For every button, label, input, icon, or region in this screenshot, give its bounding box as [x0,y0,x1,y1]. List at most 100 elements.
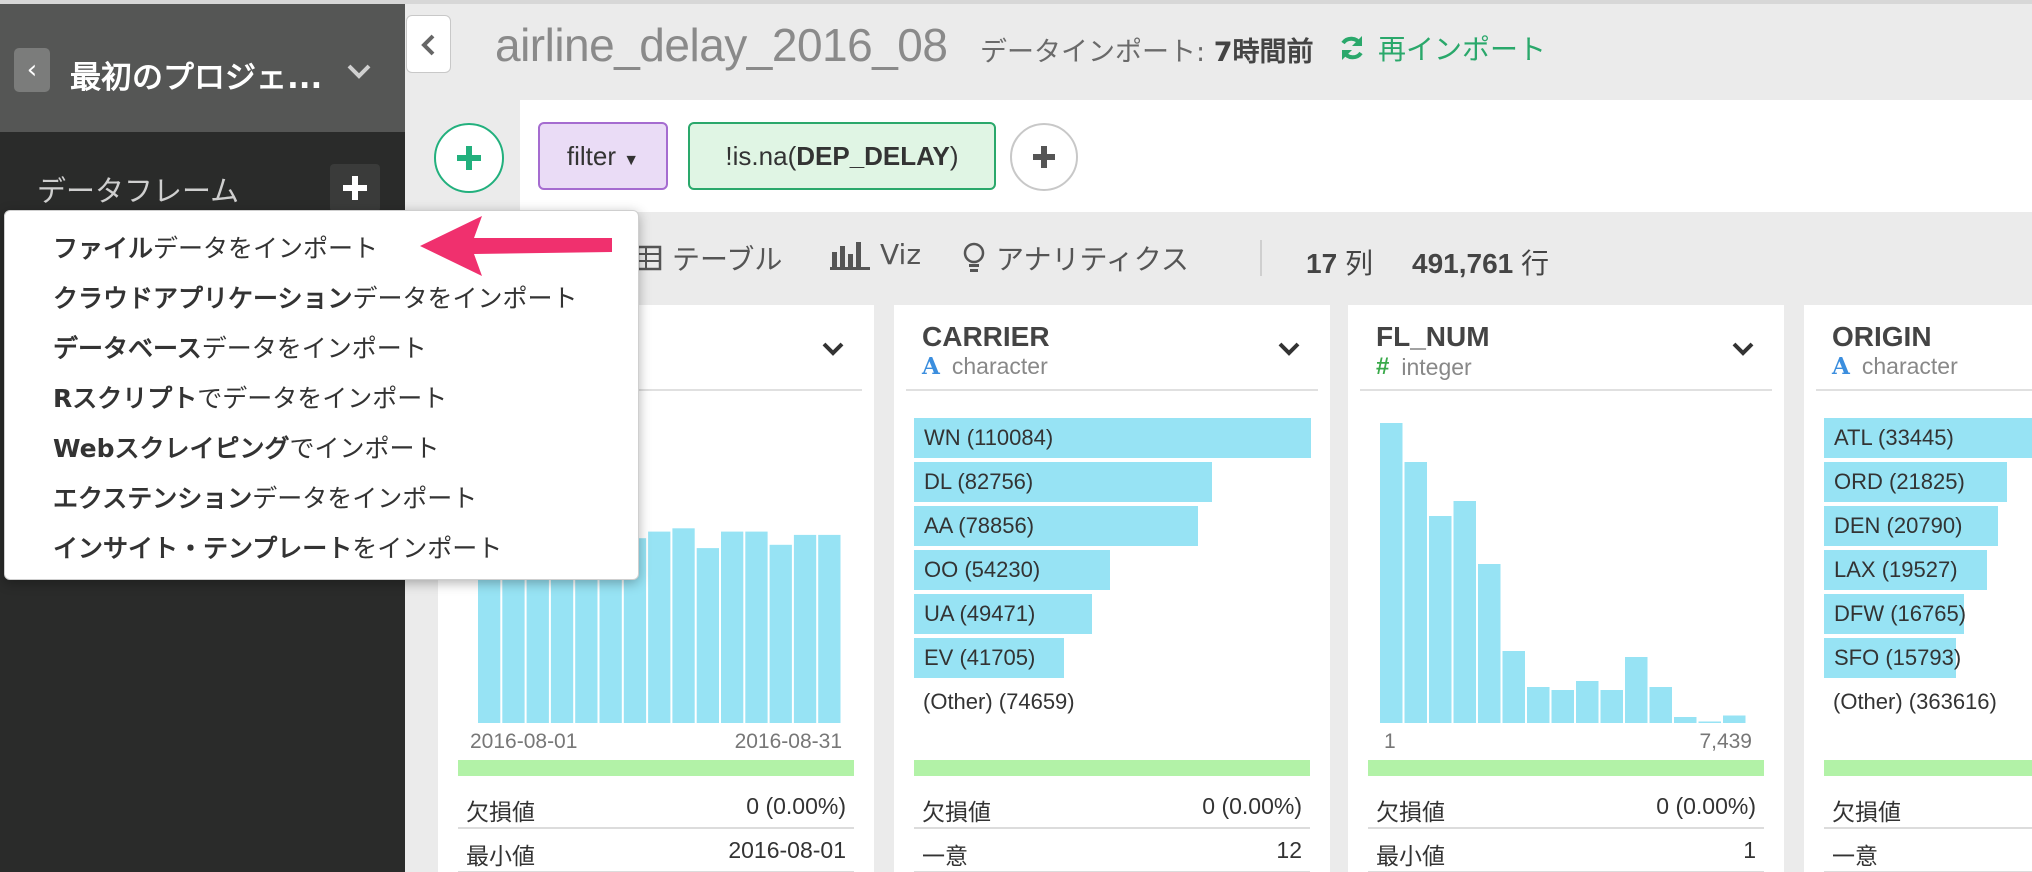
stat-value: 0 (0.00%) [746,793,846,819]
menu-item-bold: エクステンション [53,484,253,513]
stat-row: 一意 12 [914,829,1310,872]
stat-value: 1 [1743,837,1756,863]
menu-item-database-import[interactable]: データベースデータをインポート [53,329,427,365]
stat-key: 最小値 [466,844,535,870]
frequency-bar-label: DL (82756) [924,469,1034,494]
chevron-down-icon[interactable] [1276,335,1302,361]
stat-row: 欠損値 0 (0.00%) [1368,785,1764,829]
histogram-bar[interactable] [1380,423,1403,723]
frequency-bar-label: LAX (19527) [1834,557,1958,582]
project-title[interactable]: 最初のプロジェ... [70,52,322,97]
axis-min-label: 2016-08-01 [470,730,578,753]
columns-unit: 列 [1344,248,1373,279]
condition-column: DEP_DELAY [796,141,950,171]
chevron-left-icon [421,34,435,56]
histogram-bar[interactable] [648,531,671,723]
histogram-bar[interactable] [721,531,744,723]
stat-key: 一意 [922,844,968,870]
column-type-label: character [951,353,1048,379]
stat-key: 一意 [1832,844,1878,870]
rows-unit: 行 [1521,248,1550,279]
histogram-bar[interactable] [1453,501,1477,723]
column-type-label: character [1861,353,1958,379]
histogram-bar[interactable] [1649,687,1673,723]
missing-value-bar [1824,760,2032,776]
frequency-bar-label: ATL (33445) [1834,425,1954,450]
histogram-bar[interactable] [1478,564,1501,723]
menu-item-cloud-import[interactable]: クラウドアプリケーションデータをインポート [53,279,578,315]
frequency-bar-label: EV (41705) [924,645,1036,670]
stat-row: 欠損値 0 (0.00%) [914,785,1310,829]
axis-max-label: 2016-08-31 [734,730,842,753]
histogram-bar[interactable] [672,528,695,723]
menu-item-rest: データをインポート [153,234,379,263]
menu-item-insight-template-import[interactable]: インサイト・テンプレートをインポート [53,529,502,565]
histogram-bar[interactable] [1429,516,1452,723]
other-label: (Other) (74659) [923,689,1075,714]
histogram-bar[interactable] [1404,462,1428,723]
tab-table[interactable]: テーブル [636,238,782,278]
back-button[interactable]: ‹ [14,48,50,92]
menu-item-web-scraping-import[interactable]: Webスクレイピングでインポート [53,429,440,465]
stat-key: 欠損値 [1832,800,1901,826]
histogram-bar[interactable] [818,534,841,723]
stat-row: 一意 [1824,829,2032,872]
collapse-sidebar-button[interactable] [406,15,451,73]
add-step-button[interactable] [434,123,504,193]
stat-value: 0 (0.00%) [1202,793,1302,819]
frequency-bar-label: SFO (15793) [1834,645,1962,670]
tab-table-label: テーブル [672,243,783,276]
import-prefix: データインポート: [980,37,1214,68]
tab-viz[interactable]: Viz [830,238,921,271]
stat-row: 最小値 2016-08-01 [458,829,854,872]
histogram-bar[interactable] [1723,715,1746,724]
stat-key: 欠損値 [1376,800,1445,826]
column-type: Acharacter [922,353,1048,380]
reimport-button[interactable]: 再インポート [1338,28,1546,68]
stat-value: 0 (0.00%) [1656,793,1756,819]
stat-row: 欠損値 0 (0.00%) [458,785,854,829]
add-dataframe-button[interactable] [330,164,380,212]
frequency-bar-label: DFW (16765) [1834,601,1967,626]
histogram-bar[interactable] [1600,690,1624,723]
filter-command-button[interactable]: filter ▼ [538,122,668,190]
histogram-bar[interactable] [769,544,792,723]
bar-chart-icon [830,241,870,270]
histogram-bar[interactable] [696,548,719,723]
row-count: 491,761 行 [1412,242,1549,282]
columns-count-value: 17 [1306,248,1338,279]
histogram-bar[interactable] [793,534,817,723]
menu-item-rest: データをインポート [252,484,478,513]
menu-item-bold: インサイト・テンプレート [53,534,353,563]
menu-item-rscript-import[interactable]: Rスクリプトでデータをインポート [53,379,447,415]
histogram-bar[interactable] [1576,681,1599,723]
character-type-icon: A [922,353,940,380]
stat-row: 最小値 1 [1368,829,1764,872]
tab-analytics[interactable]: アナリティクス [962,238,1189,278]
column-count: 17 列 [1306,242,1373,282]
stat-value: 12 [1276,837,1302,863]
refresh-icon [1341,36,1363,60]
histogram-bar[interactable] [1551,690,1575,723]
histogram-bar[interactable] [745,531,768,723]
import-menu: ファイルデータをインポート クラウドアプリケーションデータをインポート データベ… [4,210,639,580]
histogram-bar[interactable] [1625,657,1648,723]
histogram-bar[interactable] [1502,651,1526,723]
menu-item-extension-import[interactable]: エクステンションデータをインポート [53,479,477,515]
rows-count-value: 491,761 [1412,248,1514,279]
histogram-bar[interactable] [1674,717,1697,723]
histogram-bar[interactable] [1527,687,1550,723]
import-info: データインポート: 7時間前 [980,30,1313,69]
add-condition-button[interactable] [1010,123,1078,191]
menu-item-file-import[interactable]: ファイルデータをインポート [53,229,378,265]
menu-item-rest: データをインポート [201,334,427,363]
chevron-down-icon[interactable] [344,56,374,86]
stat-key: 欠損値 [922,800,991,826]
filter-condition[interactable]: !is.na(DEP_DELAY) [688,122,996,190]
column-type: Acharacter [1832,353,1958,380]
histogram-bar[interactable] [1698,721,1722,724]
fl-num-histogram [1380,423,1746,724]
caret-down-icon: ▼ [623,152,640,169]
frequency-bar-label: UA (49471) [924,601,1036,626]
reimport-label: 再インポート [1378,33,1547,66]
